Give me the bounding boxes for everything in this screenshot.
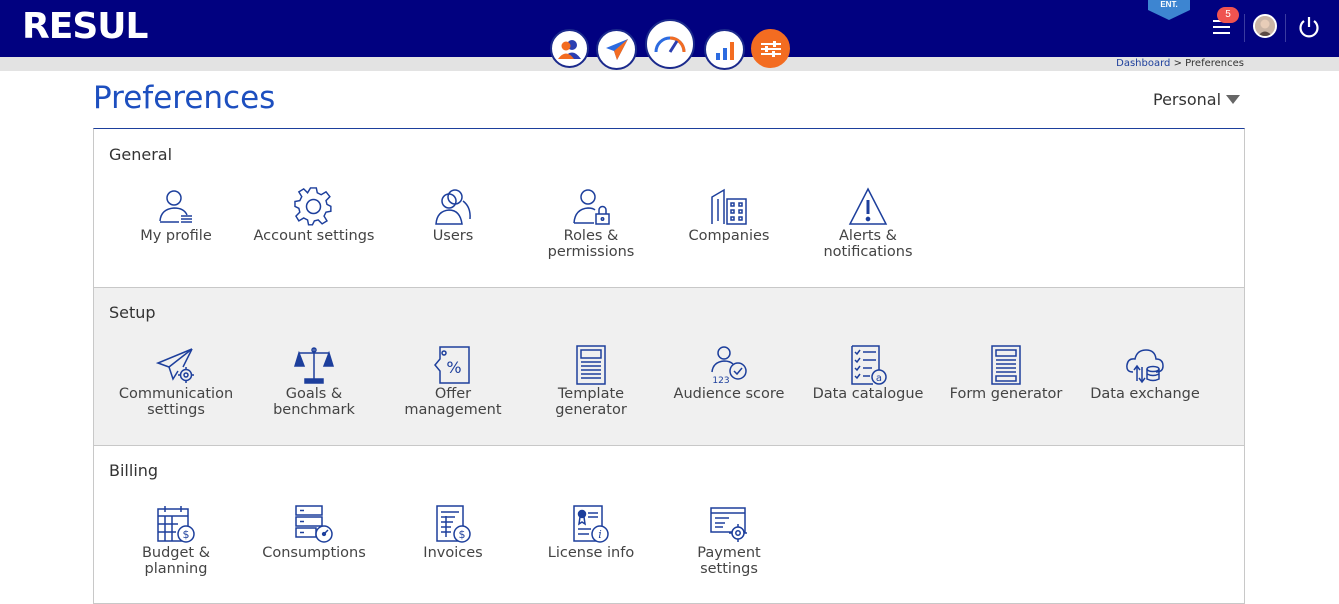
- item-label: Users: [432, 228, 474, 244]
- item-template-generator[interactable]: Template generator: [522, 345, 660, 418]
- chevron-down-icon: [1226, 95, 1241, 104]
- nav-preferences-button[interactable]: [751, 29, 790, 68]
- item-label: Communication settings: [118, 386, 234, 418]
- item-form-generator[interactable]: Form generator: [937, 345, 1075, 402]
- svg-text:%: %: [446, 358, 461, 377]
- license-icon: i: [573, 505, 609, 543]
- invoice-icon: $: [436, 505, 471, 543]
- sliders-icon: [760, 40, 781, 57]
- paper-plane-gear-icon: [156, 348, 194, 383]
- item-goals-benchmark[interactable]: Goals & benchmark: [245, 345, 383, 418]
- item-label: Template generator: [555, 386, 627, 418]
- item-offer-management[interactable]: % Offer management: [384, 345, 522, 418]
- item-label: Form generator: [949, 386, 1063, 402]
- divider: [1285, 14, 1286, 42]
- power-icon[interactable]: [1297, 14, 1321, 40]
- item-label: Roles & permissions: [547, 228, 635, 260]
- form-icon: [991, 345, 1021, 385]
- brand-logo[interactable]: RESUL: [22, 6, 148, 47]
- item-data-exchange[interactable]: Data exchange: [1076, 345, 1214, 402]
- notifications-count-badge: 5: [1217, 7, 1239, 23]
- item-audience-score[interactable]: 123 Audience score: [660, 345, 798, 402]
- item-label: Alerts & notifications: [823, 228, 913, 260]
- buildings-icon: [711, 188, 747, 225]
- item-label: Goals & benchmark: [273, 386, 355, 418]
- edition-badge: ENT.: [1146, 0, 1192, 20]
- template-icon: [576, 345, 606, 385]
- item-label: Data exchange: [1090, 386, 1200, 402]
- dashboard-gauge-icon: [654, 36, 686, 53]
- item-label: Account settings: [253, 228, 375, 244]
- breadcrumb-separator: >: [1173, 58, 1182, 69]
- item-users[interactable]: Users: [384, 187, 522, 244]
- svg-text:$: $: [183, 528, 190, 541]
- item-label: Offer management: [404, 386, 502, 418]
- item-roles-permissions[interactable]: Roles & permissions: [522, 187, 660, 260]
- breadcrumb-dashboard-link[interactable]: Dashboard: [1116, 58, 1170, 69]
- payment-gear-icon: [710, 507, 747, 542]
- item-label: License info: [547, 545, 635, 561]
- bar-chart-icon: [715, 41, 734, 60]
- section-general: General My profile Account settings User…: [94, 129, 1244, 288]
- svg-text:123: 123: [712, 376, 729, 385]
- section-setup: Setup Communication settings Goals & ben…: [94, 288, 1244, 446]
- section-title: Billing: [109, 461, 159, 480]
- nav-reports-button[interactable]: [704, 29, 745, 70]
- item-label: Companies: [688, 228, 770, 244]
- item-my-profile[interactable]: My profile: [107, 187, 245, 244]
- section-title: General: [109, 145, 173, 164]
- scale-icon: [294, 347, 334, 384]
- section-title: Setup: [109, 303, 156, 322]
- item-license-info[interactable]: i License info: [522, 504, 660, 561]
- item-label: Invoices: [423, 545, 483, 561]
- nav-dashboard-button[interactable]: [645, 19, 695, 69]
- send-icon: [605, 38, 628, 60]
- breadcrumb-current: Preferences: [1185, 58, 1244, 69]
- divider: [1244, 14, 1245, 42]
- avatar[interactable]: [1253, 14, 1277, 38]
- user-score-icon: 123: [711, 346, 747, 385]
- section-billing: Billing $ Budget & planning Consumptions: [94, 446, 1244, 604]
- item-account-settings[interactable]: Account settings: [245, 187, 383, 244]
- item-label: Consumptions: [262, 545, 366, 561]
- item-data-catalogue[interactable]: a Data catalogue: [799, 345, 937, 402]
- users-icon: [435, 189, 471, 225]
- gear-icon: [294, 187, 332, 226]
- item-budget-planning[interactable]: $ Budget & planning: [107, 504, 245, 577]
- item-consumptions[interactable]: Consumptions: [245, 504, 383, 561]
- item-label: Payment settings: [697, 545, 761, 577]
- warning-icon: [848, 187, 888, 225]
- item-payment-settings[interactable]: Payment settings: [660, 504, 798, 577]
- item-label: Data catalogue: [812, 386, 924, 402]
- server-gauge-icon: [295, 505, 333, 543]
- item-label: Audience score: [673, 386, 785, 402]
- user-lock-icon: [573, 189, 610, 225]
- item-alerts-notifications[interactable]: Alerts & notifications: [799, 187, 937, 260]
- page-title: Preferences: [93, 80, 276, 116]
- nav-contacts-button[interactable]: [550, 29, 589, 68]
- scope-dropdown-value: Personal: [1153, 90, 1222, 109]
- item-communication-settings[interactable]: Communication settings: [107, 345, 245, 418]
- edition-badge-label: ENT.: [1160, 0, 1178, 9]
- breadcrumb: Dashboard > Preferences: [1116, 58, 1244, 69]
- preferences-panel: General My profile Account settings User…: [93, 128, 1245, 604]
- item-companies[interactable]: Companies: [660, 187, 798, 244]
- svg-text:a: a: [876, 373, 882, 384]
- nav-campaigns-button[interactable]: [596, 29, 637, 70]
- item-label: Budget & planning: [141, 545, 211, 577]
- item-label: My profile: [140, 228, 212, 244]
- svg-text:$: $: [459, 528, 466, 541]
- item-invoices[interactable]: $ Invoices: [384, 504, 522, 561]
- scope-dropdown[interactable]: Personal: [1153, 90, 1241, 109]
- checklist-icon: a: [851, 345, 887, 385]
- percent-tag-icon: %: [434, 346, 470, 384]
- calendar-dollar-icon: $: [157, 506, 195, 543]
- contacts-icon: [557, 39, 581, 59]
- cloud-exchange-icon: [1126, 349, 1164, 384]
- svg-text:i: i: [598, 528, 602, 541]
- user-profile-icon: [159, 190, 192, 223]
